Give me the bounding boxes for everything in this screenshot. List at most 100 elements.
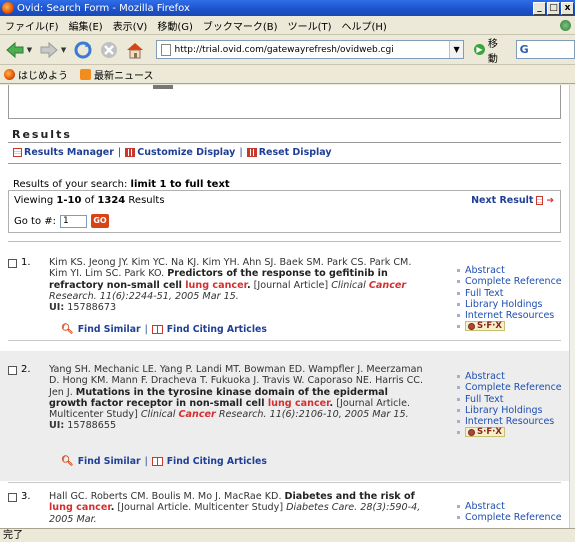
sfx-button[interactable]: S·F·X [465, 321, 505, 332]
reload-icon[interactable] [72, 39, 94, 61]
magnifier-icon: 🔍︎ [61, 456, 74, 467]
search-box[interactable]: G [515, 40, 575, 59]
result-number: 2. [21, 364, 31, 375]
customize-display-icon [125, 148, 136, 157]
viewing-of: of [81, 195, 98, 206]
link-label: Library Holdings [465, 404, 543, 416]
stop-icon[interactable] [98, 39, 120, 61]
bookmark-label: 最新ニュース [94, 70, 154, 82]
find-similar-link[interactable]: Find Similar [78, 456, 141, 467]
bullet-icon [457, 516, 460, 520]
citation-highlight: lung cancer [49, 502, 111, 514]
sfx-button[interactable]: S·F·X [465, 427, 505, 438]
link-abstract[interactable]: Abstract [457, 501, 562, 512]
find-citing-link[interactable]: Find Citing Articles [167, 456, 267, 467]
navigation-toolbar: ▼ ▼ http://trial.ovid.com/gatewayrefresh… [0, 35, 575, 65]
go-button[interactable]: ▶ 移動 [474, 35, 508, 65]
back-icon[interactable] [4, 39, 26, 61]
url-bar[interactable]: http://trial.ovid.com/gatewayrefresh/ovi… [155, 40, 465, 59]
page-content: Results Results Manager | Customize Disp… [0, 85, 569, 528]
form-control-stub [153, 85, 173, 89]
divider [8, 142, 561, 143]
bullet-icon [457, 303, 460, 307]
link-sfx[interactable]: S·F·X [457, 427, 562, 438]
link-abstract[interactable]: Abstract [457, 371, 562, 382]
url-text[interactable]: http://trial.ovid.com/gatewayrefresh/ovi… [175, 45, 449, 55]
maximize-button[interactable]: □ [547, 1, 560, 15]
go-label: 移動 [487, 38, 498, 65]
search-engine-icon: G [519, 43, 529, 56]
link-internet-resources[interactable]: Internet Resources [457, 416, 562, 427]
link-label: Internet Resources [465, 310, 555, 322]
link-sfx[interactable]: S·F·X [457, 321, 562, 332]
bullet-icon [457, 505, 460, 509]
bookmarks-toolbar: はじめよう 最新ニュース [0, 65, 575, 84]
bookmark-getting-started[interactable]: はじめよう [4, 67, 68, 82]
result-number: 1. [21, 257, 31, 268]
citation: Kim KS. Jeong JY. Kim YC. Na KJ. Kim YH.… [49, 257, 429, 313]
sfx-icon [468, 428, 475, 436]
goto-row: Go to #: 1 GO [14, 214, 110, 228]
citation: Hall GC. Roberts CM. Boulis M. Mo J. Mac… [49, 491, 429, 525]
result-checkbox[interactable] [8, 366, 17, 375]
link-complete-reference[interactable]: Complete Reference [457, 382, 562, 393]
citation-journal-detail: Research. 11(6):2244-51, 2005 Mar 15. [49, 290, 239, 302]
bullet-icon [457, 280, 460, 284]
forward-history-dropdown-icon[interactable]: ▼ [61, 46, 66, 54]
menu-edit[interactable]: 編集(E) [64, 18, 108, 33]
vertical-scrollbar[interactable] [569, 85, 575, 528]
result-checkbox[interactable] [8, 259, 17, 268]
citation-journal: Clinical [331, 279, 369, 291]
forward-icon[interactable] [38, 39, 60, 61]
find-similar-link[interactable]: Find Similar [78, 324, 141, 335]
bullet-icon [457, 324, 460, 328]
result-checkbox[interactable] [8, 493, 17, 502]
find-citing-link[interactable]: Find Citing Articles [167, 324, 267, 335]
bookmark-latest-news[interactable]: 最新ニュース [80, 67, 154, 82]
customize-display-link[interactable]: Customize Display [125, 147, 235, 158]
link-full-text[interactable]: Full Text [457, 394, 562, 405]
citation-journal: Clinical [140, 409, 179, 421]
divider [8, 241, 561, 242]
citation-highlight: lung cancer [267, 397, 330, 409]
menu-tools[interactable]: ツール(T) [283, 18, 337, 33]
back-history-dropdown-icon[interactable]: ▼ [27, 46, 32, 54]
search-form-box [8, 85, 561, 119]
page-icon [160, 43, 171, 56]
bullet-icon [457, 375, 460, 379]
bullet-icon [457, 397, 460, 401]
citation-journal-highlight: Cancer [178, 409, 216, 421]
link-library-holdings[interactable]: Library Holdings [457, 405, 562, 416]
link-complete-reference[interactable]: Complete Reference [457, 276, 562, 287]
link-label: Full Text [465, 393, 504, 405]
link-label: Abstract [465, 501, 505, 512]
url-dropdown-icon[interactable]: ▼ [449, 41, 464, 58]
goto-input[interactable]: 1 [60, 214, 88, 228]
reset-display-link[interactable]: Reset Display [246, 147, 332, 158]
menu-file[interactable]: ファイル(F) [0, 18, 64, 33]
next-result-link[interactable]: Next Result ➔ [471, 195, 554, 206]
bullet-icon [457, 269, 460, 273]
close-button[interactable]: x [561, 1, 574, 15]
results-manager-link[interactable]: Results Manager [13, 147, 114, 158]
menu-bookmarks[interactable]: ブックマーク(B) [198, 18, 283, 33]
link-abstract[interactable]: Abstract [457, 265, 562, 276]
sfx-icon [468, 322, 475, 330]
search-query: limit 1 to full text [130, 179, 230, 190]
menu-go[interactable]: 移動(G) [152, 18, 198, 33]
link-full-text[interactable]: Full Text [457, 288, 562, 299]
citation-highlight: lung cancer [185, 279, 247, 291]
menu-view[interactable]: 表示(V) [108, 18, 153, 33]
link-complete-reference[interactable]: Complete Reference [457, 512, 562, 523]
viewing-suffix: Results [125, 195, 165, 206]
home-icon[interactable] [124, 39, 146, 61]
link-internet-resources[interactable]: Internet Resources [457, 310, 562, 321]
result-row: 1. Kim KS. Jeong JY. Kim YC. Na KJ. Kim … [0, 245, 569, 338]
action-separator: | [144, 456, 148, 467]
next-result-label: Next Result [471, 195, 534, 206]
firefox-icon [2, 2, 14, 14]
minimize-button[interactable]: _ [533, 1, 546, 15]
goto-button[interactable]: GO [91, 214, 110, 228]
menu-help[interactable]: ヘルプ(H) [337, 18, 392, 33]
link-library-holdings[interactable]: Library Holdings [457, 299, 562, 310]
